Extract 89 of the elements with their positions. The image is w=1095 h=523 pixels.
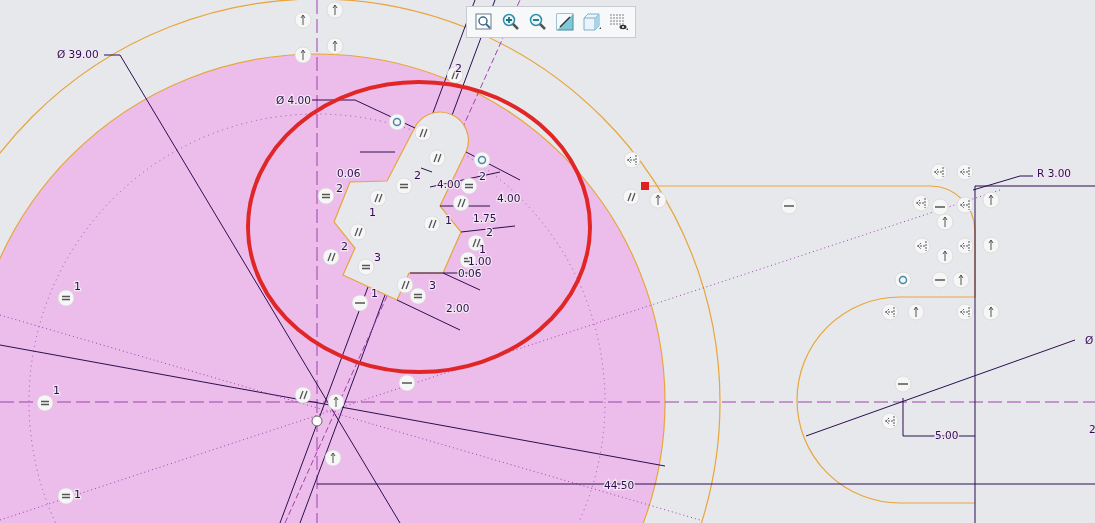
constraint-label: 2: [336, 182, 343, 195]
constraint-icon: [982, 236, 1000, 254]
constraint-icon: [956, 303, 974, 321]
constraint-icon: [982, 191, 1000, 209]
constraint-icon: [473, 151, 491, 169]
dimension-label: 5.00: [935, 429, 959, 441]
constraint-icon: [414, 124, 432, 142]
dimension-label: 2: [1089, 423, 1095, 435]
constraint-icon: [409, 287, 427, 305]
constraint-icon: [956, 163, 974, 181]
constraint-icon: [956, 237, 974, 255]
constraint-icon: [956, 196, 974, 214]
constraint-icon: [930, 163, 948, 181]
constraint-icon: [622, 188, 640, 206]
constraint-icon: [881, 303, 899, 321]
constraint-icon: [460, 177, 478, 195]
constraint-icon: [396, 276, 414, 294]
constraint-icon: [912, 194, 930, 212]
dimension-label: 0.06: [337, 167, 361, 179]
dimension-label: Ø: [1085, 334, 1094, 346]
constraint-icon: [351, 294, 369, 312]
zoom-in-icon: [501, 13, 520, 31]
constraint-label: 1: [479, 243, 486, 256]
constraint-icon: [649, 191, 667, 209]
dimension-label: 2.00: [446, 302, 470, 314]
constraint-label: 1: [53, 384, 60, 397]
constraint-icon: [395, 177, 413, 195]
constraint-icon: [780, 197, 798, 215]
constraint-icon: [294, 11, 312, 29]
constraint-icon: [369, 189, 387, 207]
constraint-icon: [452, 194, 470, 212]
constraint-icon: [894, 271, 912, 289]
constraint-icon: [931, 271, 949, 289]
constraint-label: 2: [455, 62, 462, 75]
dot-grid-eye-icon: [608, 13, 629, 31]
constraint-label: 3: [429, 279, 436, 292]
constraint-icon: [952, 271, 970, 289]
constraint-icon: [294, 386, 312, 404]
constraint-icon: [36, 394, 54, 412]
constraint-icon: [322, 248, 340, 266]
constraint-icon: [982, 303, 1000, 321]
cube-icon: [581, 13, 602, 31]
constraint-label: 1: [74, 488, 81, 501]
constraint-icon: [936, 213, 954, 231]
constraint-icon: [57, 487, 75, 505]
dimension-label: 1.75: [473, 212, 497, 224]
constraint-icon: [327, 393, 345, 411]
sketch-display-button[interactable]: [608, 11, 629, 33]
dimension-label: R 3.00: [1037, 167, 1071, 179]
constraint-icon: [931, 198, 949, 216]
constraint-icon: [913, 237, 931, 255]
dimension-label: Ø 4.00: [276, 94, 311, 106]
constraint-icon: [467, 234, 485, 252]
dimension-label: Ø 39.00: [57, 48, 99, 60]
constraint-icon: [294, 46, 312, 64]
constraint-icon: [881, 412, 899, 430]
constraint-label: 3: [374, 251, 381, 264]
constraint-icon: [894, 375, 912, 393]
constraint-icon: [423, 215, 441, 233]
constraint-icon: [326, 37, 344, 55]
constraint-icon: [398, 374, 416, 392]
constraint-icon: [428, 149, 446, 167]
repaint-button[interactable]: [554, 11, 575, 33]
zoom-fit-button[interactable]: [473, 11, 494, 33]
constraint-icon: [623, 151, 641, 169]
zoom-out-icon: [528, 13, 547, 31]
dimension-label: 44.50: [604, 479, 635, 491]
constraint-icon: [317, 187, 335, 205]
constraint-label: 1: [445, 214, 452, 227]
constraint-icon: [349, 223, 367, 241]
constraint-icon: [324, 449, 342, 467]
constraint-icon: [57, 289, 75, 307]
constraint-label: 2: [341, 240, 348, 253]
constraint-icon: [388, 113, 406, 131]
constraint-label: 1: [74, 280, 81, 293]
dimension-label: 0.06: [458, 267, 482, 279]
constraint-label: 1: [369, 206, 376, 219]
dimension-label: 1.00: [468, 255, 492, 267]
dimension-label: 4.00: [497, 192, 521, 204]
constraint-icon: [936, 247, 954, 265]
constraint-icon: [907, 303, 925, 321]
constraint-label: 2: [486, 226, 493, 239]
constraint-icon: [357, 258, 375, 276]
repaint-icon: [555, 13, 574, 31]
constraint-label: 2: [414, 169, 421, 182]
constraint-icon: [446, 66, 464, 84]
constraint-icon: [326, 1, 344, 19]
zoom-fit-icon: [474, 13, 493, 31]
constraint-label: 1: [371, 287, 378, 300]
